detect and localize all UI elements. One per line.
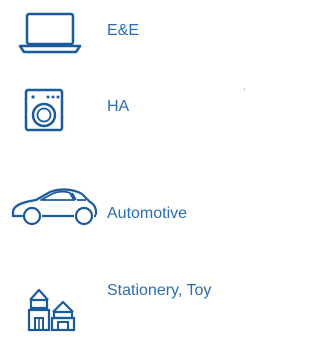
category-item-automotive[interactable]: Automotive bbox=[0, 170, 251, 230]
category-label: E&E bbox=[107, 22, 140, 39]
category-list: E&E HA Automotive Stationery, Toy bbox=[0, 0, 251, 340]
car-icon bbox=[11, 188, 98, 226]
laptop-icon bbox=[18, 12, 82, 54]
category-item-ee[interactable]: E&E bbox=[0, 0, 251, 60]
category-item-stationery-toy[interactable]: Stationery, Toy bbox=[0, 264, 251, 332]
washing-machine-icon bbox=[24, 88, 64, 132]
category-label: Automotive bbox=[107, 205, 188, 222]
divider-mark bbox=[244, 88, 245, 91]
category-label: Stationery, Toy bbox=[107, 282, 212, 299]
category-item-ha[interactable]: HA bbox=[0, 80, 251, 140]
category-label: HA bbox=[107, 98, 130, 115]
toy-blocks-icon bbox=[27, 288, 76, 332]
